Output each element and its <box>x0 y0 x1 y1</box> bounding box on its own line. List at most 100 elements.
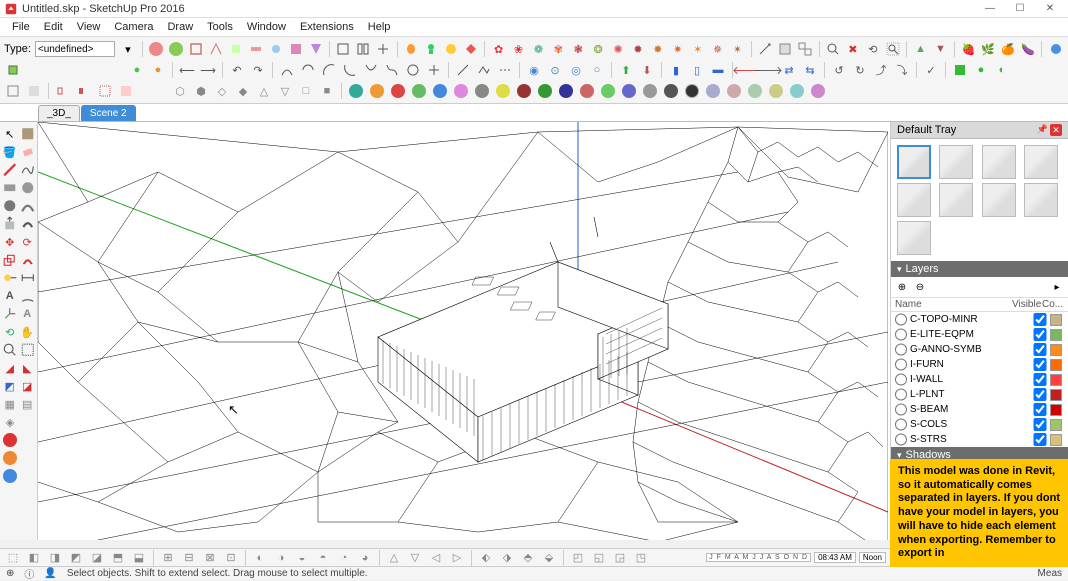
tool-icon[interactable] <box>620 82 638 100</box>
tool-icon[interactable] <box>4 82 22 100</box>
tool-icon[interactable]: ✵ <box>709 40 726 58</box>
dimension-tool-icon[interactable] <box>20 270 36 286</box>
layer-visible-checkbox[interactable] <box>1033 313 1047 326</box>
tool-icon[interactable]: ⬢ <box>192 82 210 100</box>
tool-icon[interactable] <box>473 82 491 100</box>
tool-icon[interactable] <box>442 40 459 58</box>
tool-icon[interactable] <box>188 40 205 58</box>
tool-icon[interactable]: ▤ <box>20 396 36 412</box>
window-close-button[interactable]: ✕ <box>1036 2 1064 16</box>
tool-icon[interactable]: ⬓ <box>130 549 148 567</box>
tool-icon[interactable] <box>403 40 420 58</box>
tool-icon[interactable]: ⇆ <box>801 61 819 79</box>
tool-icon[interactable]: ⟲ <box>864 40 881 58</box>
tool-icon[interactable]: ❂ <box>590 40 607 58</box>
text-tool-icon[interactable]: A <box>2 288 18 304</box>
style-thumbnail[interactable] <box>982 145 1016 179</box>
layer-row[interactable]: G-ANNO-SYMB <box>891 342 1068 357</box>
menu-draw[interactable]: Draw <box>161 20 199 34</box>
layer-active-radio[interactable] <box>895 373 907 386</box>
tool-icon[interactable]: ◎ <box>567 61 585 79</box>
tool-icon[interactable] <box>777 40 794 58</box>
tool-icon[interactable] <box>54 82 72 100</box>
tool-icon[interactable] <box>25 82 43 100</box>
tool-icon[interactable]: ✸ <box>649 40 666 58</box>
tool-icon[interactable]: ◰ <box>569 549 587 567</box>
tool-icon[interactable] <box>117 82 135 100</box>
tool-icon[interactable] <box>662 82 680 100</box>
tool-icon[interactable]: ▮ <box>667 61 685 79</box>
layer-color-swatch[interactable] <box>1050 344 1062 356</box>
status-info-icon[interactable]: ⓘ <box>24 566 34 581</box>
layers-col-color[interactable]: Co... <box>1042 299 1064 310</box>
tool-icon[interactable] <box>355 40 372 58</box>
layer-active-radio[interactable] <box>895 388 907 401</box>
layer-visible-checkbox[interactable] <box>1033 358 1047 371</box>
layer-active-radio[interactable] <box>895 433 907 446</box>
add-layer-button[interactable]: ⊕ <box>895 280 909 294</box>
tool-icon[interactable]: ▽ <box>276 82 294 100</box>
tool-icon[interactable]: ⊡ <box>222 549 240 567</box>
line-tool-icon[interactable] <box>2 162 18 178</box>
zoom-window-icon[interactable] <box>20 342 36 358</box>
tool-icon[interactable]: ⬇ <box>638 61 656 79</box>
tool-icon[interactable] <box>208 40 225 58</box>
tool-icon[interactable]: ▷ <box>448 549 466 567</box>
paint-bucket-icon[interactable]: 🪣 <box>2 144 18 160</box>
tool-icon[interactable]: 🍆 <box>1020 40 1037 58</box>
tool-icon[interactable] <box>494 82 512 100</box>
menu-tools[interactable]: Tools <box>201 20 239 34</box>
scale-tool-icon[interactable] <box>2 252 18 268</box>
tool-icon[interactable] <box>287 40 304 58</box>
tool-icon[interactable] <box>515 82 533 100</box>
tray-close-button[interactable]: ✕ <box>1050 124 1062 136</box>
tool-icon[interactable] <box>788 82 806 100</box>
tool-icon[interactable]: ◑ <box>272 549 290 567</box>
layer-active-radio[interactable] <box>895 403 907 416</box>
menu-help[interactable]: Help <box>362 20 397 34</box>
tool-icon[interactable]: ▲ <box>912 40 929 58</box>
tool-icon[interactable] <box>247 40 264 58</box>
tool-icon[interactable]: ✴ <box>729 40 746 58</box>
layer-row[interactable]: S-BEAM <box>891 402 1068 417</box>
tool-icon[interactable] <box>454 61 472 79</box>
style-thumbnail[interactable] <box>897 145 931 179</box>
status-geo-icon[interactable]: ⊕ <box>6 568 14 579</box>
zoom-icon[interactable] <box>825 40 842 58</box>
layer-color-swatch[interactable] <box>1050 419 1062 431</box>
tool-icon[interactable] <box>148 40 165 58</box>
layer-color-swatch[interactable] <box>1050 404 1062 416</box>
tool-icon[interactable] <box>536 82 554 100</box>
position-camera-icon[interactable]: ◪ <box>20 378 36 394</box>
menu-view[interactable]: View <box>71 20 107 34</box>
remove-layer-button[interactable]: ⊖ <box>913 280 927 294</box>
arc-tool-icon[interactable] <box>299 61 317 79</box>
tool-icon[interactable] <box>1047 40 1064 58</box>
eraser-icon[interactable] <box>20 144 36 160</box>
tool-icon[interactable]: ◈ <box>2 414 18 430</box>
tool-icon[interactable]: ✶ <box>689 40 706 58</box>
tool-icon[interactable]: ⬚ <box>4 549 22 567</box>
tool-icon[interactable]: ◔ <box>335 549 353 567</box>
tool-icon[interactable]: ❁ <box>530 40 547 58</box>
tool-icon[interactable]: ⊙ <box>546 61 564 79</box>
polygon-tool-icon[interactable] <box>2 198 18 214</box>
freehand-icon[interactable] <box>20 162 36 178</box>
layer-color-swatch[interactable] <box>1050 374 1062 386</box>
tool-icon[interactable]: ⇄ <box>780 61 798 79</box>
arc-tool-icon[interactable] <box>425 61 443 79</box>
tool-icon[interactable]: 🍊 <box>1000 40 1017 58</box>
followme-icon[interactable] <box>20 216 36 232</box>
arc-tool-icon[interactable] <box>404 61 422 79</box>
pushpull-tool-icon[interactable] <box>2 216 18 232</box>
tray-pin-icon[interactable]: 📌 <box>1037 124 1048 136</box>
tool-icon[interactable]: 🡒 <box>759 61 777 79</box>
3dtext-tool-icon[interactable]: A <box>20 306 36 322</box>
tool-icon[interactable] <box>757 40 774 58</box>
status-person-icon[interactable]: 👤 <box>44 568 56 579</box>
tool-icon[interactable]: ◁ <box>427 549 445 567</box>
tool-icon[interactable]: ● <box>128 61 146 79</box>
style-thumbnail[interactable] <box>1024 145 1058 179</box>
tool-icon[interactable] <box>2 432 18 448</box>
tool-icon[interactable] <box>2 468 18 484</box>
